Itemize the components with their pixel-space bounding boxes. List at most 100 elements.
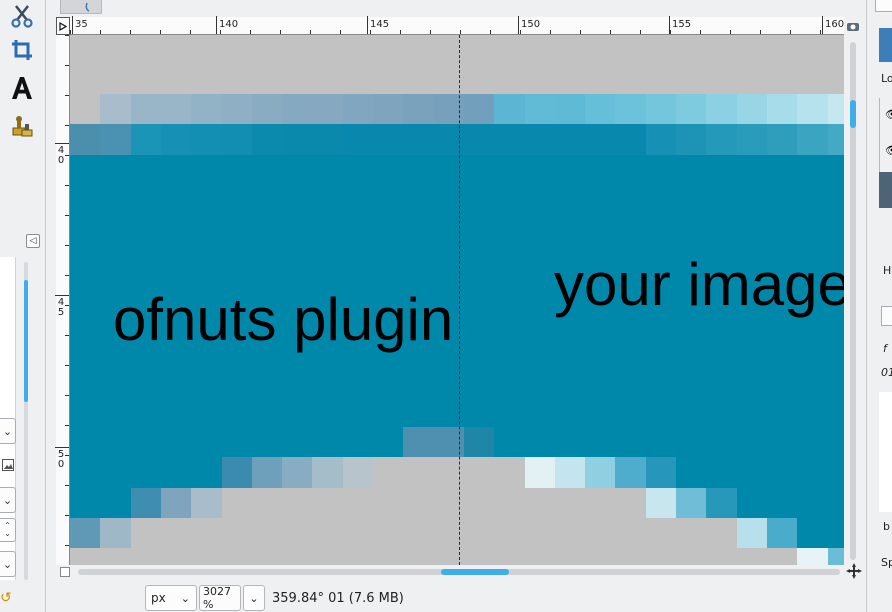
- scissors-tool-button[interactable]: [6, 0, 38, 32]
- zoom-fit-button[interactable]: [846, 19, 860, 33]
- canvas-pixel: [191, 548, 222, 565]
- canvas-pixel: [161, 94, 191, 125]
- canvas-pixel: [525, 548, 555, 565]
- canvas-pixel: [222, 457, 252, 488]
- ruler-major-tick: [216, 16, 217, 34]
- canvas-pixel: [161, 457, 191, 488]
- canvas-pixel: [494, 457, 525, 488]
- canvas-pixel: [585, 488, 615, 519]
- gimp-window: ◁ ⌄ ⌄ ⌃ ⌄ ⌄ ↺ 35 140 145 150 155 160 404550 of…: [0, 0, 892, 612]
- clone-tool-button[interactable]: [6, 110, 38, 142]
- canvas-pixel: [191, 488, 222, 519]
- ruler-major-tick: [822, 16, 823, 34]
- canvas-pixel: [646, 518, 676, 549]
- canvas-pixel: [767, 488, 797, 519]
- canvas-pixel: [282, 518, 312, 549]
- canvas-pixel: [555, 548, 585, 565]
- canvas-pixel: [767, 518, 797, 549]
- canvas-pixel: [131, 548, 161, 565]
- canvas-pixel: [555, 488, 585, 519]
- canvas-pixel: [828, 124, 844, 155]
- dock-label-h: H: [883, 264, 892, 277]
- canvas-pixel: [737, 518, 767, 549]
- canvas-pixel: [737, 548, 767, 565]
- canvas-pixel: [555, 94, 585, 125]
- ruler-corner-menu[interactable]: [56, 17, 70, 35]
- right-dock: Lo 👁 👁 H f 01 b Sp: [866, 0, 892, 612]
- eye-icon[interactable]: 👁: [885, 108, 892, 122]
- horizontal-scroll-thumb[interactable]: [441, 569, 509, 575]
- canvas-pixel: [70, 427, 100, 458]
- canvas-pixel: [100, 94, 131, 125]
- image-canvas[interactable]: ofnuts plugin your image: [70, 35, 844, 565]
- text-tool-icon: [12, 77, 32, 99]
- ruler-major-tick: [518, 16, 519, 34]
- canvas-pixel: [737, 124, 767, 155]
- zoom-dropdown[interactable]: ⌄: [243, 585, 265, 611]
- dock-button[interactable]: [881, 306, 892, 326]
- canvas-pixel: [373, 124, 403, 155]
- tool-option-dropdown-1[interactable]: ⌄: [0, 418, 16, 444]
- canvas-pixel: [131, 427, 161, 458]
- canvas-pixel: [464, 427, 494, 458]
- canvas-pixel: [797, 518, 828, 549]
- canvas-pixel: [676, 94, 706, 125]
- canvas-pixel: [464, 94, 494, 125]
- canvas-pixel: [282, 427, 312, 458]
- reset-icon[interactable]: ↺: [0, 590, 14, 606]
- canvas-pixel: [222, 124, 252, 155]
- canvas-pixel: [828, 457, 844, 488]
- tool-option-image-icon[interactable]: [0, 456, 16, 474]
- canvas-pixel: [373, 427, 403, 458]
- text-tool-button[interactable]: [6, 72, 38, 104]
- canvas-pixel: [615, 457, 646, 488]
- brush-preview[interactable]: [879, 392, 892, 512]
- canvas-pixel: [676, 488, 706, 519]
- canvas-pixel: [494, 94, 525, 125]
- tool-option-dropdown-3[interactable]: ⌄: [0, 551, 16, 577]
- canvas-pixel: [252, 427, 282, 458]
- canvas-pixel: [767, 94, 797, 125]
- ruler-top-label: 160: [825, 19, 845, 30]
- canvas-pixel: [343, 427, 373, 458]
- dock-label-b: b: [883, 520, 890, 533]
- canvas-pixel: [525, 518, 555, 549]
- dock-tab-button[interactable]: [875, 0, 892, 12]
- zoom-input[interactable]: 3027 %: [199, 585, 241, 611]
- canvas-pixel: [100, 124, 131, 155]
- tool-options-scroll-thumb[interactable]: [24, 280, 28, 402]
- image-tab-bar: [46, 0, 866, 16]
- image-tab[interactable]: [60, 0, 102, 14]
- eye-icon[interactable]: 👁: [885, 144, 892, 158]
- canvas-pixel: [555, 124, 585, 155]
- crop-tool-button[interactable]: [6, 34, 38, 66]
- canvas-pixel: [646, 488, 676, 519]
- canvas-pixel: [464, 124, 494, 155]
- unit-select[interactable]: px ⌄: [145, 585, 197, 611]
- navigate-button[interactable]: [846, 563, 862, 579]
- canvas-pixel: [525, 457, 555, 488]
- dock-active-tab[interactable]: [879, 28, 892, 62]
- horizontal-ruler[interactable]: 35 140 145 150 155 160: [70, 16, 845, 35]
- vertical-guide[interactable]: [459, 35, 460, 565]
- canvas-pixel: [797, 427, 828, 458]
- ruler-left-label: 0: [57, 459, 65, 470]
- vertical-ruler[interactable]: 404550: [55, 35, 70, 565]
- canvas-pixel: [585, 548, 615, 565]
- tool-option-dropdown-2[interactable]: ⌄: [0, 487, 16, 513]
- canvas-pixel: [403, 488, 434, 519]
- menu-arrow-icon: [59, 21, 67, 31]
- unit-value: px: [151, 591, 166, 605]
- selected-layer-row[interactable]: [879, 172, 892, 208]
- canvas-pixel: [494, 427, 525, 458]
- dock-label-sp: Sp: [881, 556, 892, 569]
- crop-icon: [12, 40, 32, 60]
- canvas-pixel: [706, 548, 737, 565]
- quick-mask-toggle[interactable]: [60, 567, 70, 577]
- canvas-pixel: [100, 457, 131, 488]
- tool-option-spinner[interactable]: ⌃ ⌄: [0, 518, 16, 542]
- image-thumbnail-icon: [85, 2, 90, 12]
- vertical-scroll-thumb[interactable]: [850, 100, 856, 128]
- panel-collapse-button[interactable]: ◁: [26, 234, 40, 248]
- canvas-pixel: [70, 548, 100, 565]
